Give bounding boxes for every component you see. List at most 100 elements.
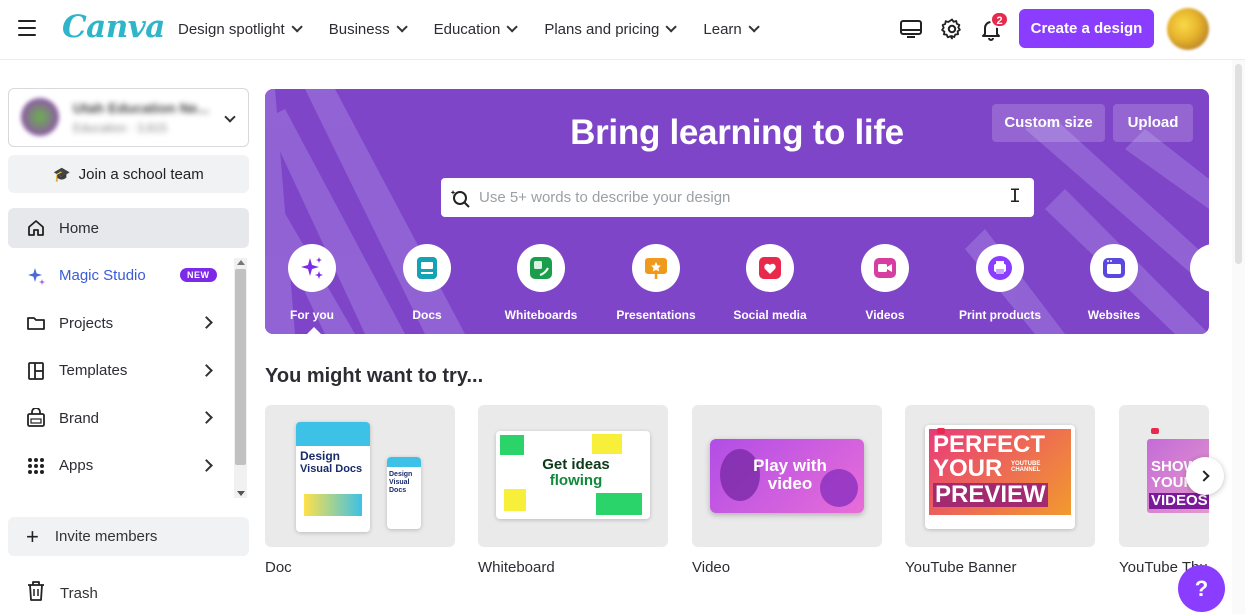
sparkle-icon: [25, 265, 47, 287]
nav-label: Learn: [703, 20, 742, 38]
nav-business[interactable]: Business: [329, 21, 408, 38]
category-print-products[interactable]: Print products: [945, 244, 1055, 322]
custom-size-button[interactable]: Custom size: [992, 104, 1105, 142]
chevron-down-icon: [665, 21, 678, 33]
scroll-down-arrow-icon[interactable]: [237, 491, 245, 496]
sidebar-item-label: Templates: [59, 362, 128, 379]
nav-education[interactable]: Education: [434, 21, 519, 38]
category-for-you[interactable]: For you: [265, 244, 367, 322]
team-subtitle: Education · 3,815: [73, 121, 168, 135]
sidebar-item-brand[interactable]: Brand: [8, 398, 249, 438]
sidebar-item-magic-studio[interactable]: Magic Studio NEW: [8, 256, 249, 296]
chevron-right-icon[interactable]: [200, 316, 213, 329]
notification-badge: 2: [990, 11, 1009, 28]
settings-gear-icon[interactable]: [940, 17, 964, 41]
chevron-right-icon[interactable]: [200, 411, 213, 424]
chevron-down-icon: [748, 21, 760, 33]
user-avatar[interactable]: [1167, 8, 1209, 50]
nav-design-spotlight[interactable]: Design spotlight: [178, 21, 303, 38]
team-switcher[interactable]: Utah Education Ne... Education · 3,815: [8, 88, 249, 147]
search-input[interactable]: [479, 178, 1019, 217]
sidebar-item-label: Home: [59, 219, 100, 237]
video-thumb-line1: Play with: [753, 456, 827, 475]
sidebar-scrollbar[interactable]: [234, 258, 247, 498]
sidebar: Utah Education Ne... Education · 3,815 🎓…: [0, 60, 258, 614]
help-button[interactable]: ?: [1178, 565, 1225, 612]
menu-icon[interactable]: [18, 20, 36, 36]
video-thumbnail: Play with video: [692, 405, 882, 547]
youtube-logo-icon: [1151, 428, 1159, 434]
sidebar-item-projects[interactable]: Projects: [8, 303, 249, 343]
whiteboard-thumb-line1: Get ideas: [542, 456, 610, 473]
category-label: Presentations: [616, 308, 696, 322]
plus-icon: +: [26, 523, 39, 549]
template-card-doc[interactable]: Design Visual Docs Design Visual Docs Do…: [265, 405, 455, 576]
team-name: Utah Education Ne...: [73, 100, 210, 116]
sidebar-item-trash[interactable]: Trash: [26, 580, 98, 606]
category-presentations[interactable]: Presentations: [601, 244, 711, 322]
chevron-down-icon: [396, 21, 408, 33]
suggestions-heading: You might want to try...: [265, 365, 484, 387]
sidebar-item-apps[interactable]: Apps: [8, 446, 249, 486]
chevron-right-icon[interactable]: [200, 363, 213, 377]
sidebar-item-label: Magic Studio: [59, 267, 146, 284]
trash-label: Trash: [60, 584, 98, 602]
category-websites[interactable]: Websites: [1059, 244, 1169, 322]
category-social-media[interactable]: Social media: [715, 244, 825, 322]
design-search-bar[interactable]: I: [441, 178, 1034, 217]
scroll-up-arrow-icon[interactable]: [237, 260, 245, 265]
yt-thumb-line3: VIDEOS: [1149, 492, 1209, 509]
sidebar-item-label: Brand: [59, 409, 100, 427]
printer-icon: [976, 244, 1024, 292]
invite-members-button[interactable]: + Invite members: [8, 517, 249, 556]
team-logo: [21, 98, 59, 136]
category-videos[interactable]: Videos: [830, 244, 940, 322]
video-camera-icon: [861, 244, 909, 292]
template-card-video[interactable]: Play with video Video: [692, 405, 882, 576]
main-nav: Design spotlight Business Education Plan…: [178, 0, 786, 58]
template-card-whiteboard[interactable]: Get ideas flowing Whiteboard: [478, 405, 668, 576]
template-card-youtube-banner[interactable]: PERFECT YOUR PREVIEW YOUTUBE CHANNEL You…: [905, 405, 1095, 576]
docs-icon: [403, 244, 451, 292]
active-category-indicator: [307, 327, 321, 334]
template-icon: [25, 360, 47, 382]
category-docs[interactable]: Docs: [372, 244, 482, 322]
canva-logo[interactable]: Canva: [62, 9, 165, 45]
card-label: Video: [692, 559, 731, 576]
scroll-thumb[interactable]: [235, 269, 246, 465]
carousel-next-button[interactable]: [1186, 457, 1224, 495]
yt-banner-line1: PERFECT: [933, 431, 1046, 458]
category-label: Websites: [1087, 308, 1141, 322]
chevron-right-icon[interactable]: [200, 458, 213, 472]
page-scroll-thumb[interactable]: [1235, 64, 1242, 264]
video-thumb-line2: video: [767, 474, 813, 493]
chevron-right-icon: [1197, 470, 1210, 482]
category-label: Social media: [733, 308, 807, 322]
upload-button[interactable]: Upload: [1113, 104, 1193, 142]
doc-thumb-mini-subtitle: Visual Docs: [389, 479, 410, 494]
nav-plans-pricing[interactable]: Plans and pricing: [544, 20, 678, 38]
card-label: Whiteboard: [478, 559, 555, 576]
page-scrollbar[interactable]: [1232, 60, 1245, 614]
card-label: Doc: [265, 559, 292, 576]
create-design-button[interactable]: Create a design: [1019, 9, 1154, 48]
join-school-team-button[interactable]: 🎓 Join a school team: [8, 155, 249, 193]
desktop-app-icon[interactable]: [899, 17, 923, 41]
sidebar-item-home[interactable]: Home: [8, 208, 249, 248]
nav-learn[interactable]: Learn: [703, 20, 760, 38]
sparkle-icon: [288, 244, 336, 292]
chevron-down-icon: [291, 21, 303, 33]
text-cursor-icon: I: [1009, 186, 1022, 209]
nav-label: Plans and pricing: [544, 20, 660, 38]
category-whiteboards[interactable]: Whiteboards: [486, 244, 596, 322]
chevron-down-icon: [506, 21, 519, 33]
category-label: Whiteboards: [504, 308, 578, 322]
doc-thumbnail: Design Visual Docs Design Visual Docs: [265, 405, 455, 547]
hero-banner: Bring learning to life Custom size Uploa…: [265, 89, 1209, 334]
sidebar-item-templates[interactable]: Templates: [8, 351, 249, 391]
whiteboard-thumb-line2: flowing: [549, 472, 603, 489]
home-icon: [25, 217, 47, 239]
category-partial[interactable]: [1159, 244, 1209, 292]
graduation-cap-icon: 🎓: [53, 165, 71, 182]
category-label: For you: [290, 308, 334, 322]
